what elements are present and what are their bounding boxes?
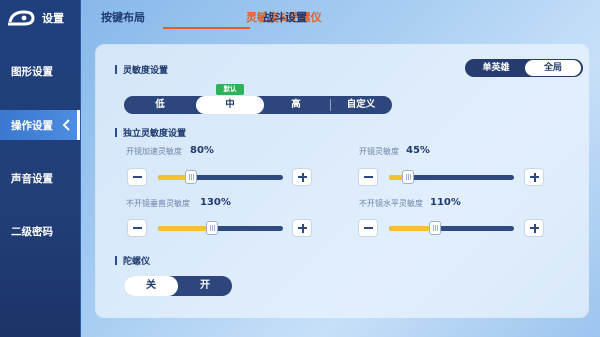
slider-track[interactable] bbox=[389, 221, 514, 235]
settings-title: 设置 bbox=[42, 12, 64, 25]
slider-label: 开镜灵敏度 bbox=[359, 147, 399, 156]
sidebar-item-label: 操作设置 bbox=[11, 119, 53, 132]
slider-label: 不开镜水平灵敏度 bbox=[359, 199, 423, 208]
tab-key-layout[interactable]: 按键布局 bbox=[101, 9, 145, 25]
gyroscope-toggle[interactable]: 关 开 bbox=[124, 276, 232, 296]
sensitivity-level-selector: 低 中 高 自定义 bbox=[124, 96, 392, 114]
default-badge: 默认 bbox=[216, 84, 244, 95]
scope-option-single-hero[interactable]: 单英雄 bbox=[469, 59, 523, 77]
section-title-gyroscope: 陀螺仪 bbox=[115, 254, 150, 267]
slider-handle[interactable] bbox=[206, 221, 218, 235]
minus-icon bbox=[133, 176, 142, 178]
slider-label: 开镜加速灵敏度 bbox=[126, 147, 182, 156]
sidebar-item-graphics[interactable]: 图形设置 bbox=[0, 56, 80, 86]
sidebar-item-secondary-password[interactable]: 二级密码 bbox=[0, 216, 80, 246]
slider-value: 110% bbox=[430, 197, 461, 208]
section-title-independent: 独立灵敏度设置 bbox=[115, 126, 186, 139]
gyro-option-on[interactable]: 开 bbox=[178, 276, 232, 296]
level-option-low[interactable]: 低 bbox=[124, 96, 196, 114]
level-option-custom[interactable]: 自定义 bbox=[330, 96, 392, 114]
slider-track[interactable] bbox=[389, 170, 514, 184]
top-tab-bar: 按键布局 灵敏度&陀螺仪 战斗设置 bbox=[80, 0, 600, 32]
level-option-medium[interactable]: 中 bbox=[196, 96, 264, 114]
slider-value: 45% bbox=[406, 145, 430, 156]
slider-handle[interactable] bbox=[185, 170, 197, 184]
increase-button[interactable] bbox=[292, 219, 312, 237]
level-option-high[interactable]: 高 bbox=[264, 96, 328, 114]
increase-button[interactable] bbox=[524, 219, 544, 237]
sidebar-item-label: 声音设置 bbox=[11, 172, 53, 185]
sidebar-item-sound[interactable]: 声音设置 bbox=[0, 163, 80, 193]
decrease-button[interactable] bbox=[127, 219, 147, 237]
decrease-button[interactable] bbox=[127, 168, 147, 186]
sidebar-item-controls[interactable]: 操作设置 bbox=[0, 110, 80, 140]
increase-button[interactable] bbox=[524, 168, 544, 186]
sidebar: 设置 图形设置 操作设置 声音设置 二级密码 bbox=[0, 0, 81, 337]
slider-track[interactable] bbox=[158, 170, 283, 184]
slider-value: 80% bbox=[190, 145, 214, 156]
increase-button[interactable] bbox=[292, 168, 312, 186]
slider-label: 不开镜垂直灵敏度 bbox=[126, 199, 190, 208]
minus-icon bbox=[133, 227, 142, 229]
active-tab-underline bbox=[163, 27, 250, 29]
decrease-button[interactable] bbox=[358, 219, 378, 237]
chevron-left-icon bbox=[62, 119, 70, 131]
slider-fill bbox=[158, 226, 212, 231]
slider-value: 130% bbox=[200, 197, 231, 208]
slider-handle[interactable] bbox=[402, 170, 414, 184]
tab-combat-settings[interactable]: 战斗设置 bbox=[263, 9, 307, 25]
gyro-option-off[interactable]: 关 bbox=[124, 276, 178, 296]
game-logo-icon bbox=[8, 10, 35, 26]
decrease-button[interactable] bbox=[358, 168, 378, 186]
sidebar-item-label: 图形设置 bbox=[11, 65, 53, 78]
slider-handle[interactable] bbox=[429, 221, 441, 235]
slider-track[interactable] bbox=[158, 221, 283, 235]
scope-option-global[interactable]: 全局 bbox=[525, 60, 581, 76]
minus-icon bbox=[364, 227, 373, 229]
minus-icon bbox=[364, 176, 373, 178]
section-title-sensitivity: 灵敏度设置 bbox=[115, 63, 168, 76]
scope-toggle[interactable]: 单英雄 全局 bbox=[465, 59, 583, 77]
settings-brand: 设置 bbox=[6, 6, 64, 30]
sidebar-item-label: 二级密码 bbox=[11, 225, 53, 238]
